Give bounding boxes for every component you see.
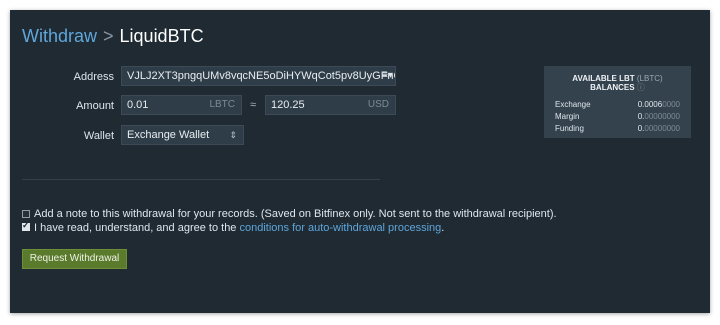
usd-amount-value: 120.25 xyxy=(271,99,305,111)
amount-label: Amount xyxy=(76,100,114,112)
conditions-link[interactable]: conditions for auto-withdrawal processin… xyxy=(239,222,441,234)
approx-symbol: ≈ xyxy=(250,99,257,111)
wallet-select[interactable]: Exchange Wallet ⇕ xyxy=(121,125,244,145)
usd-unit: USD xyxy=(367,99,389,110)
balances-title-prefix: AVAILABLE LBT xyxy=(572,74,635,83)
agree-checkbox-label: I have read, understand, and agree to th… xyxy=(34,222,444,234)
breadcrumb-separator: > xyxy=(103,26,114,46)
balance-value-zeros: 00000000 xyxy=(644,112,680,121)
balances-title-line2: BALANCES xyxy=(590,83,635,92)
amount-value: 0.01 xyxy=(127,99,149,111)
note-checkbox[interactable] xyxy=(22,210,30,218)
balance-value-main: 0.0006 xyxy=(637,100,663,109)
balance-value-zeros: 0000 xyxy=(662,100,680,109)
withdraw-breadcrumb-link[interactable]: Withdraw xyxy=(22,26,97,46)
balances-title: AVAILABLE LBT (LBTC) BALANCES ⓘ xyxy=(544,74,691,92)
withdraw-panel: Withdraw > LiquidBTC Address VJLJ2XT3pngqU… xyxy=(10,10,710,313)
form-divider xyxy=(22,179,380,180)
note-checkbox-label: Add a note to this withdrawal for your r… xyxy=(34,208,557,220)
agree-text: I have read, understand, and agree to th… xyxy=(34,222,240,234)
balance-label: Funding xyxy=(555,124,584,133)
balance-row-funding: Funding 0.00000000 xyxy=(555,124,680,133)
select-arrows-icon: ⇕ xyxy=(229,130,237,140)
info-icon[interactable]: ⓘ xyxy=(637,83,645,92)
address-value: VJLJ2XT3pngqUMv8vqcNE5oDiHYWqCot5pv8UyGF… xyxy=(127,70,396,82)
balance-value: 0.00000000 xyxy=(638,112,680,121)
breadcrumb-current: LiquidBTC xyxy=(119,26,204,46)
agree-checkbox[interactable] xyxy=(22,220,30,231)
balance-value: 0.00060000 xyxy=(638,100,680,109)
address-book-icon[interactable]: ≡▾ xyxy=(382,67,393,85)
usd-amount-input[interactable]: 120.25 USD xyxy=(265,95,396,115)
balance-value: 0.00000000 xyxy=(638,124,680,133)
balance-label: Exchange xyxy=(555,100,591,109)
amount-unit: LBTC xyxy=(209,99,235,110)
wallet-selected-value: Exchange Wallet xyxy=(127,129,210,141)
balances-title-paren: (LBTC) xyxy=(636,74,663,83)
wallet-label: Wallet xyxy=(83,130,114,142)
address-input[interactable]: VJLJ2XT3pngqUMv8vqcNE5oDiHYWqCot5pv8UyGF… xyxy=(121,66,396,86)
address-label: Address xyxy=(73,71,114,83)
balance-row-margin: Margin 0.00000000 xyxy=(555,112,680,121)
request-withdrawal-button[interactable]: Request Withdrawal xyxy=(22,249,127,269)
balance-row-exchange: Exchange 0.00060000 xyxy=(555,100,680,109)
agree-text-end: . xyxy=(441,222,445,234)
balance-value-zeros: 00000000 xyxy=(644,124,680,133)
balances-box: AVAILABLE LBT (LBTC) BALANCES ⓘ Exchange… xyxy=(544,66,691,138)
amount-input[interactable]: 0.01 LBTC xyxy=(121,95,242,115)
page-title: Withdraw > LiquidBTC xyxy=(22,26,204,47)
balance-label: Margin xyxy=(555,112,580,121)
